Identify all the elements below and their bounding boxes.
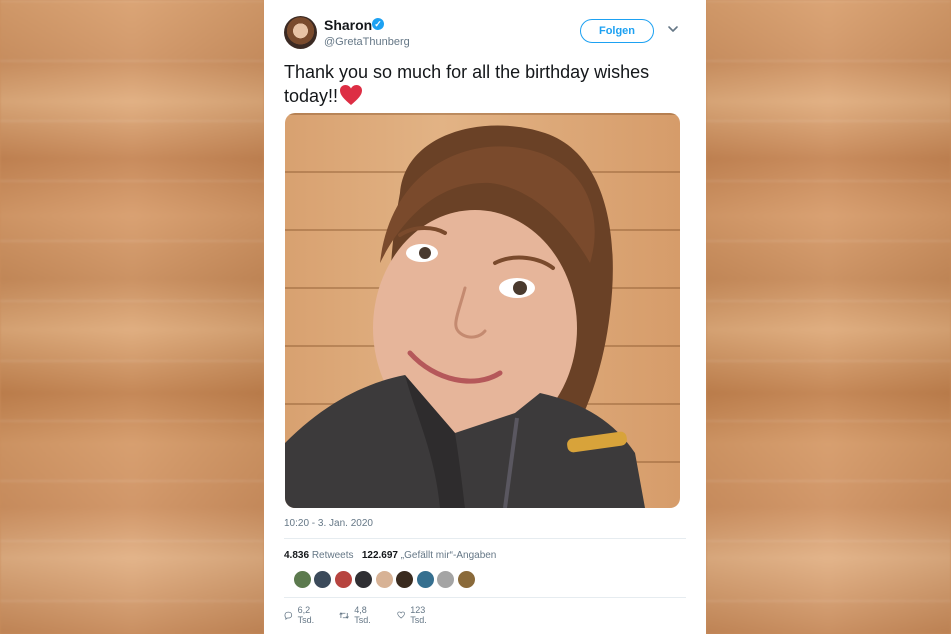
retweet-short-count: 4,8 Tsd. [354, 605, 371, 625]
avatar[interactable] [284, 16, 317, 49]
photo-subject [285, 125, 645, 508]
verified-badge-icon: ✓ [372, 18, 384, 30]
reply-action[interactable]: 6,2 Tsd. [284, 605, 319, 625]
reply-icon [284, 611, 293, 620]
like-short-count: 123 Tsd. [410, 605, 427, 625]
like-count[interactable]: 122.697 [362, 550, 398, 561]
tweet-text: Thank you so much for all the birthday w… [284, 60, 694, 108]
liker-avatar[interactable] [354, 570, 373, 589]
background-wood-right [706, 0, 951, 634]
tweet-timestamp[interactable]: 10:20 - 3. Jan. 2020 [284, 518, 373, 529]
user-handle[interactable]: @GretaThunberg [324, 36, 410, 48]
liker-avatar[interactable] [395, 570, 414, 589]
liker-avatar[interactable] [457, 570, 476, 589]
heart-icon [397, 611, 405, 619]
engagement-stats: 4.836 Retweets 122.697 „Gefällt mir“-Ang… [284, 550, 496, 561]
retweet-count[interactable]: 4.836 [284, 550, 309, 561]
tweet-photo[interactable] [285, 113, 680, 508]
display-name[interactable]: Sharon [324, 17, 372, 33]
chevron-down-icon[interactable] [666, 22, 680, 36]
divider [284, 538, 686, 539]
divider [284, 597, 686, 598]
follow-button[interactable]: Folgen [580, 19, 654, 43]
reply-count: 6,2 Tsd. [297, 605, 315, 625]
red-heart-emoji [340, 85, 363, 105]
background-wood-left [0, 0, 264, 634]
retweet-icon [339, 611, 349, 619]
liker-avatar[interactable] [334, 570, 353, 589]
liker-avatar[interactable] [416, 570, 435, 589]
liker-avatar[interactable] [293, 570, 312, 589]
retweet-action[interactable]: 4,8 Tsd. [339, 605, 376, 625]
tweet-card: Sharon ✓ @GretaThunberg Folgen Thank you… [264, 0, 706, 634]
retweet-count-label[interactable]: Retweets [312, 550, 354, 561]
liker-avatar[interactable] [436, 570, 455, 589]
liker-avatar[interactable] [313, 570, 332, 589]
liker-avatar[interactable] [375, 570, 394, 589]
like-count-label[interactable]: „Gefällt mir“-Angaben [401, 550, 497, 561]
like-action[interactable]: 123 Tsd. [397, 605, 432, 625]
